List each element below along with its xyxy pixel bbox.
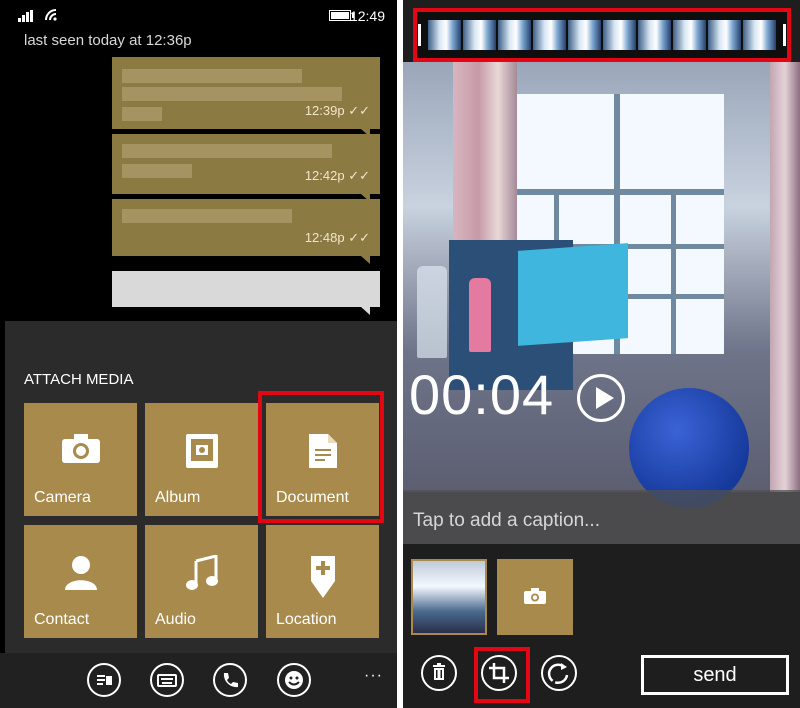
editor-app-bar: send xyxy=(403,645,800,708)
more-menu-button[interactable]: ··· xyxy=(364,667,383,685)
tile-label: Audio xyxy=(155,611,196,628)
last-seen-label: last seen today at 12:36p xyxy=(24,32,192,49)
highlight-frame xyxy=(413,8,791,62)
album-tile[interactable]: Album xyxy=(145,403,258,516)
message-time: 12:42p xyxy=(304,168,345,183)
curtain-image xyxy=(770,62,800,542)
contact-tile[interactable]: Contact xyxy=(24,525,137,638)
highlight-frame xyxy=(258,391,384,523)
video-duration: 00:04 xyxy=(409,363,555,426)
chat-screen: 12:49 last seen today at 12:36p 12:39p ✓… xyxy=(0,0,397,708)
read-ticks-icon: ✓✓ xyxy=(348,168,370,183)
status-bar: 12:49 xyxy=(0,0,397,30)
delete-icon[interactable] xyxy=(421,655,457,691)
message-bubble[interactable]: 12:39p ✓✓ xyxy=(112,57,380,137)
audio-icon xyxy=(185,555,218,590)
audio-tile[interactable]: Audio xyxy=(145,525,258,638)
message-time: 12:48p xyxy=(304,230,345,245)
caption-placeholder: Tap to add a caption... xyxy=(413,510,600,531)
contact-icon xyxy=(64,556,97,590)
video-editor-screen: 00:04 Tap to add a caption... send xyxy=(403,0,800,708)
read-ticks-icon: ✓✓ xyxy=(348,230,370,245)
video-preview[interactable] xyxy=(403,62,800,544)
bottle-image xyxy=(417,266,447,358)
read-ticks-icon: ✓✓ xyxy=(348,103,370,118)
play-icon[interactable] xyxy=(577,374,625,422)
status-time: 12:49 xyxy=(349,8,385,24)
battery-icon xyxy=(329,10,354,21)
signal-icon xyxy=(18,10,34,22)
keyboard-icon[interactable] xyxy=(150,663,184,697)
attach-media-title: ATTACH MEDIA xyxy=(24,371,134,388)
tile-label: Location xyxy=(276,611,337,628)
media-thumbnail[interactable] xyxy=(411,559,487,635)
smiley-icon[interactable] xyxy=(277,663,311,697)
add-camera-button[interactable] xyxy=(497,559,573,635)
camera-icon xyxy=(61,434,100,463)
location-tile[interactable]: Location xyxy=(266,525,379,638)
cloth-image xyxy=(518,243,628,346)
message-bubble[interactable]: 12:42p ✓✓ xyxy=(112,134,380,202)
message-bubble-draft[interactable] xyxy=(112,271,380,315)
message-time: 12:39p xyxy=(304,103,345,118)
phone-icon[interactable] xyxy=(213,663,247,697)
camera-icon xyxy=(524,588,546,604)
left-app-bar: ··· xyxy=(0,653,397,708)
message-bubble[interactable]: 12:48p ✓✓ xyxy=(112,199,380,264)
wifi-icon xyxy=(45,9,57,21)
tile-label: Camera xyxy=(34,489,91,506)
location-add-icon xyxy=(310,556,335,598)
tile-label: Contact xyxy=(34,611,90,628)
album-icon xyxy=(185,434,218,468)
rotate-icon[interactable] xyxy=(541,655,577,691)
highlight-frame xyxy=(474,647,530,703)
camera-tile[interactable]: Camera xyxy=(24,403,137,516)
caption-input[interactable]: Tap to add a caption... xyxy=(403,490,800,544)
send-button[interactable]: send xyxy=(641,655,789,695)
emoji-sticker-icon[interactable] xyxy=(87,663,121,697)
bottle-image xyxy=(469,278,491,352)
tile-label: Album xyxy=(155,489,201,506)
